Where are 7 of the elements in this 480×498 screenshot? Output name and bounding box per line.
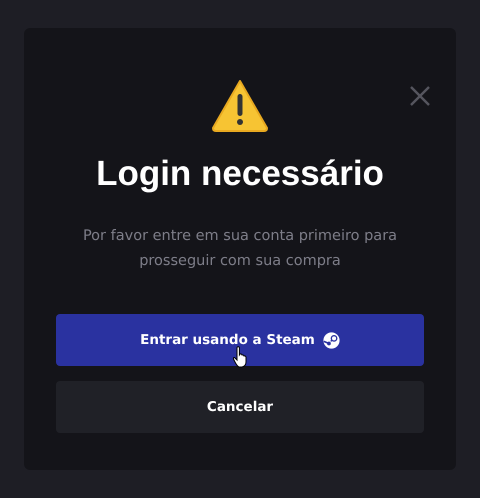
- cancel-button[interactable]: Cancelar: [56, 381, 424, 433]
- steam-icon: [322, 332, 340, 348]
- close-icon[interactable]: [408, 84, 432, 108]
- dialog-message: Por favor entre em sua conta primeiro para prosseguir com sua compra: [82, 227, 398, 271]
- dialog-title: Login necessário: [96, 154, 384, 194]
- warning-icon: [211, 78, 269, 132]
- login-button[interactable]: Entrar usando a Steam: [56, 314, 424, 366]
